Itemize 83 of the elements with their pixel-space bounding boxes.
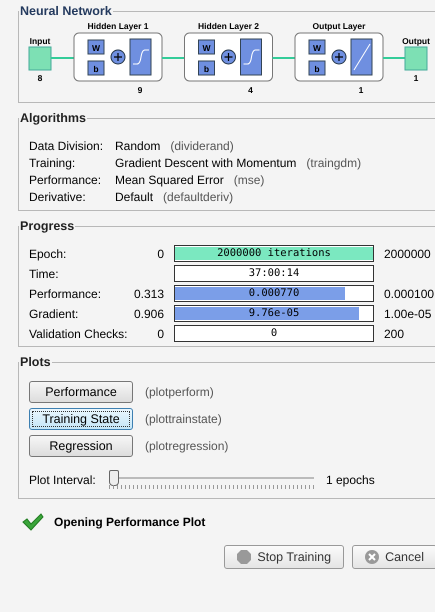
connection-wire — [383, 57, 405, 59]
bar-text: 0 — [270, 326, 278, 341]
bias-block — [198, 60, 215, 76]
function-name: (traingdm) — [306, 156, 362, 170]
checkmark-icon — [22, 513, 44, 531]
transfer-function-icon — [350, 38, 372, 76]
weight-label: W — [92, 43, 100, 53]
algorithm-value: Mean Squared Error — [115, 173, 224, 187]
bias-label: b — [314, 64, 320, 74]
status-text: Opening Performance Plot — [54, 515, 206, 529]
plot-button[interactable]: Regression — [29, 435, 133, 457]
close-icon — [365, 550, 380, 564]
weight-block — [198, 40, 215, 54]
sum-icon — [221, 50, 236, 64]
layer-size: 4 — [248, 85, 253, 95]
end-value: 200 — [384, 326, 404, 340]
end-value: 1.00e-05 — [384, 306, 432, 320]
stop-training-button[interactable]: Stop Training — [224, 545, 344, 569]
panel-title: Algorithms — [19, 111, 87, 125]
bias-label: b — [204, 64, 210, 74]
weight-block — [308, 40, 326, 54]
slider-thumb[interactable] — [109, 470, 119, 486]
bias-block — [88, 60, 104, 76]
transfer-function-icon — [240, 38, 262, 76]
input-size: 8 — [38, 73, 42, 83]
cancel-button[interactable]: Cancel — [352, 545, 435, 569]
algorithm-value: Default — [115, 190, 154, 204]
progress-label: Epoch: — [29, 246, 68, 260]
plot-button[interactable]: Training State — [29, 408, 133, 430]
connection-wire — [272, 57, 295, 59]
sum-icon — [332, 50, 346, 64]
bar-text: 37:00:14 — [248, 266, 300, 281]
weight-label: W — [312, 43, 322, 53]
panel-title: Progress — [19, 219, 76, 233]
output-size: 1 — [414, 73, 418, 83]
output-block — [404, 46, 428, 70]
transfer-function-icon — [130, 38, 152, 76]
start-value: 0 — [157, 326, 164, 340]
layer-title: Hidden Layer 2 — [198, 21, 259, 31]
end-value: 0.000100 — [384, 286, 434, 300]
end-value: 2000000 — [384, 246, 431, 260]
bar-text: 2000000 iterations — [216, 246, 332, 261]
connection-wire — [162, 57, 184, 59]
interval-reading: 1 epochs — [326, 473, 375, 487]
output-label: Output — [402, 36, 430, 46]
function-name: (mse) — [234, 173, 264, 187]
function-name: (plottrainstate) — [145, 412, 222, 426]
panel-title: Plots — [19, 355, 52, 369]
connection-wire — [51, 57, 74, 59]
function-name: (dividerand) — [170, 139, 234, 153]
start-value: 0 — [157, 246, 164, 260]
algorithm-label: Performance: — [29, 173, 102, 187]
start-value: 0.906 — [134, 306, 164, 320]
algorithm-label: Training: — [29, 156, 76, 170]
start-value: 0.313 — [134, 286, 164, 300]
progress-label: Validation Checks: — [29, 326, 128, 340]
progress-label: Performance: — [29, 286, 102, 300]
stop-icon — [237, 550, 252, 564]
bias-label: b — [93, 64, 99, 74]
layer-size: 9 — [138, 85, 142, 95]
bias-block — [308, 60, 326, 76]
layer-title: Hidden Layer 1 — [88, 21, 148, 31]
layer-size: 1 — [358, 85, 364, 95]
weight-label: W — [202, 43, 211, 53]
function-name: (plotperform) — [145, 385, 214, 399]
sum-icon — [110, 50, 126, 64]
bar-text: 0.000770 — [248, 286, 300, 301]
input-block — [28, 46, 52, 70]
algorithm-value: Gradient Descent with Momentum — [115, 156, 296, 170]
function-name: (plotregression) — [145, 439, 228, 453]
progress-label: Gradient: — [29, 306, 80, 320]
layer-title: Output Layer — [312, 21, 366, 31]
panel-title: Neural Network — [19, 4, 113, 18]
progress-label: Time: — [29, 266, 60, 280]
plot-button[interactable]: Performance — [29, 381, 133, 403]
input-label: Input — [30, 36, 50, 46]
interval-label: Plot Interval: — [29, 473, 97, 487]
algorithm-label: Derivative: — [29, 190, 87, 204]
algorithm-value: Random — [115, 139, 160, 153]
bar-text: 9.76e-05 — [248, 306, 300, 321]
algorithm-label: Data Division: — [29, 139, 104, 153]
weight-block — [88, 40, 104, 54]
function-name: (defaultderiv) — [163, 190, 234, 204]
